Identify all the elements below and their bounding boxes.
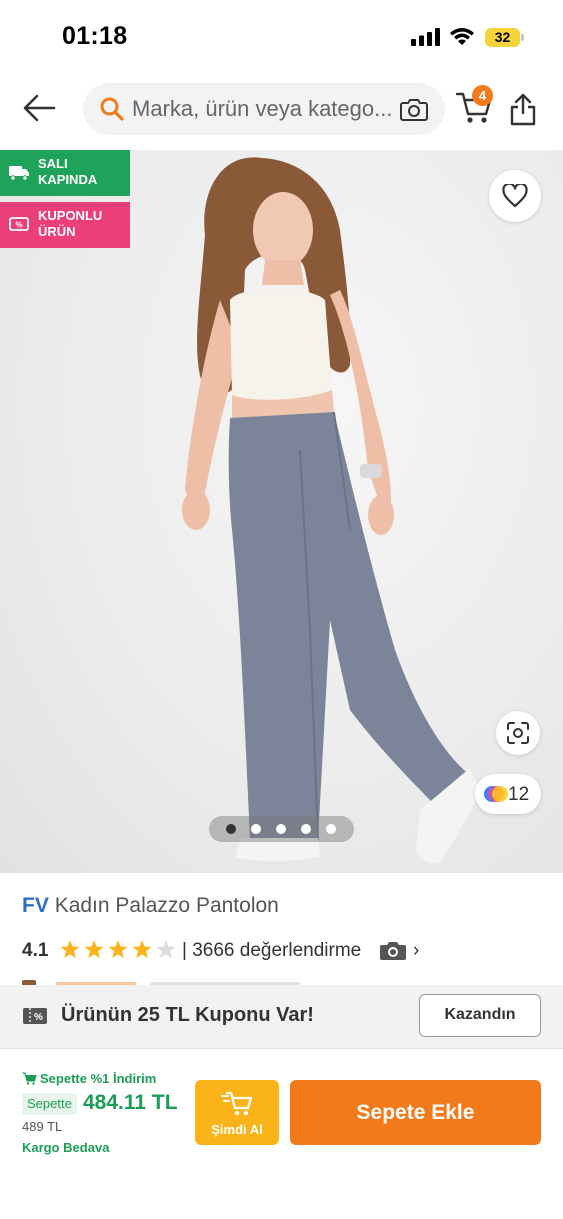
coupon-badge: % KUPONLU ÜRÜN [0, 202, 130, 248]
cellular-signal-icon [411, 28, 440, 46]
delivery-badge: SALI KAPINDA [0, 150, 130, 196]
product-name: Kadın Palazzo Pantolon [54, 894, 279, 917]
coupon-banner: % Ürünün 25 TL Kuponu Var! Kazandın [0, 985, 563, 1049]
coupon-ticket-icon: % [9, 217, 29, 231]
svg-text:%: % [34, 1012, 43, 1023]
visual-search-button[interactable] [496, 711, 540, 755]
coupon-badge-line1: KUPONLU [38, 208, 103, 223]
cart-discount-text: Sepette %1 İndirim [40, 1071, 157, 1086]
pager-dot[interactable] [276, 824, 286, 834]
purchase-bar: Sepette %1 İndirim Sepette 484.11 TL 489… [0, 1049, 563, 1219]
battery-icon: 32 [485, 28, 525, 47]
search-input[interactable]: Marka, ürün veya katego... [132, 96, 400, 122]
color-swatches-icon [484, 786, 508, 802]
photo-reviews-icon [380, 942, 406, 960]
cart-price: 484.11 TL [83, 1091, 178, 1114]
rating-star [132, 940, 152, 959]
rating-star [84, 940, 104, 959]
camera-search-icon[interactable] [399, 95, 429, 123]
pager-dot[interactable] [251, 824, 261, 834]
fast-cart-icon [221, 1091, 253, 1116]
cart-mini-icon [22, 1072, 37, 1085]
truck-icon [9, 166, 29, 181]
rating-star [108, 940, 128, 959]
rating-star [60, 940, 80, 959]
chevron-right-icon: › [413, 940, 420, 961]
top-header: Marka, ürün veya katego... 4 [0, 75, 563, 150]
brand-name[interactable]: FV [22, 894, 49, 917]
color-options-button[interactable]: 12 [475, 774, 541, 814]
pager-dot[interactable] [326, 824, 336, 834]
pager-dot[interactable] [226, 824, 236, 834]
battery-level: 32 [494, 29, 511, 45]
back-arrow-icon[interactable] [22, 93, 56, 123]
product-image[interactable]: SALI KAPINDA % KUPONLU ÜRÜN 12 [0, 150, 563, 873]
review-count[interactable]: | 3666 değerlendirme [182, 940, 361, 962]
wifi-icon [450, 28, 474, 45]
original-price: 489 TL [22, 1119, 63, 1134]
image-pager[interactable] [209, 816, 354, 842]
cart-price-tag: Sepette [22, 1093, 77, 1115]
coupon-claimed-button[interactable]: Kazandın [419, 994, 541, 1037]
coupon-text: Ürünün 25 TL Kuponu Var! [61, 1004, 314, 1026]
search-icon [100, 97, 124, 121]
rating-stars-icon [60, 940, 176, 959]
lens-scan-icon [507, 722, 529, 744]
share-icon[interactable] [508, 92, 538, 126]
svg-text:%: % [15, 221, 22, 230]
product-photo-illustration [182, 157, 480, 864]
coupon-icon: % [23, 1008, 47, 1024]
favorite-button[interactable] [489, 170, 541, 222]
buy-now-label: Şimdi Al [211, 1122, 263, 1137]
delivery-badge-line1: SALI [38, 156, 68, 171]
status-bar: 01:18 32 [0, 0, 563, 75]
buy-now-button[interactable]: Şimdi Al [195, 1080, 279, 1145]
add-to-cart-button[interactable]: Sepete Ekle [290, 1080, 541, 1145]
color-count: 12 [508, 784, 530, 805]
heart-icon [502, 184, 528, 208]
delivery-badge-line2: KAPINDA [38, 172, 98, 187]
status-time: 01:18 [62, 22, 128, 50]
cart-discount-note: Sepette %1 İndirim [22, 1071, 156, 1086]
rating-star [156, 940, 176, 959]
product-title: FV Kadın Palazzo Pantolon [22, 894, 279, 918]
free-shipping-label: Kargo Bedava [22, 1140, 110, 1155]
search-bar[interactable]: Marka, ürün veya katego... [83, 83, 445, 135]
cart-count-badge: 4 [472, 85, 493, 106]
rating-score: 4.1 [22, 940, 49, 961]
pager-dot[interactable] [301, 824, 311, 834]
coupon-badge-line2: ÜRÜN [38, 224, 76, 239]
